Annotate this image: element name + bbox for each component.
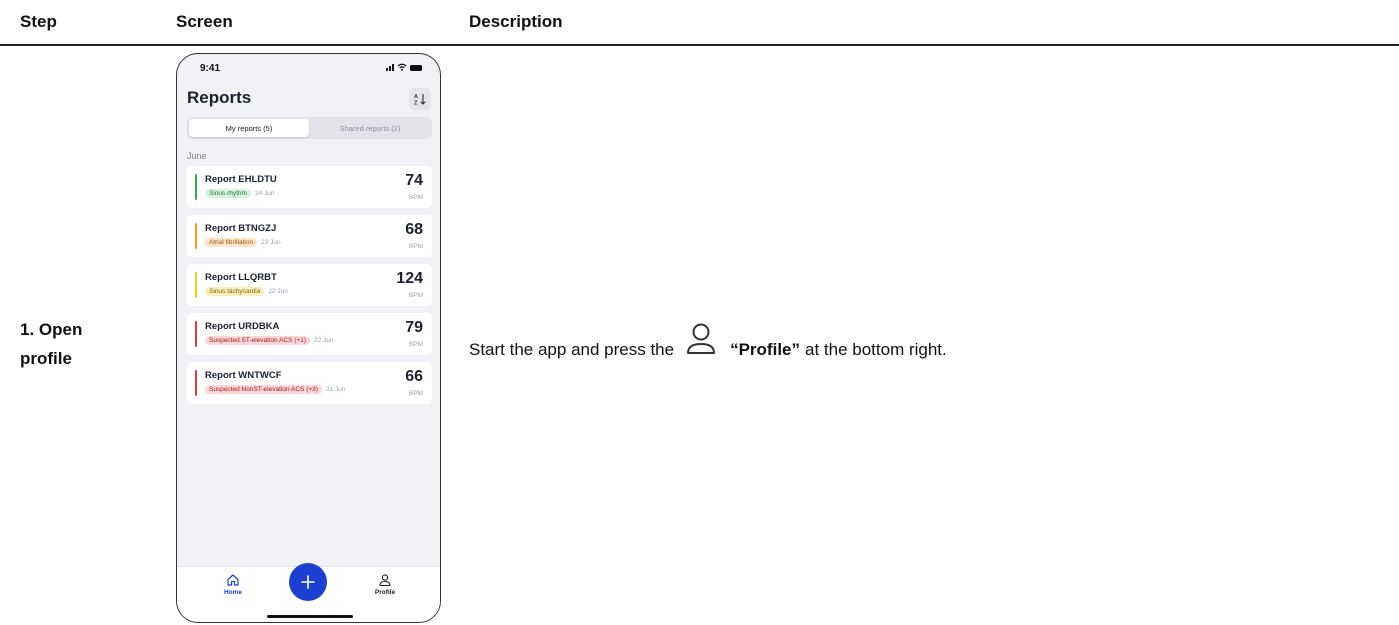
report-name: Report WNTWCF [205, 370, 282, 381]
description-text-before: Start the app and press the [469, 340, 675, 359]
bpm-value: 74 [405, 172, 423, 189]
bpm-unit: BPM [408, 292, 423, 299]
status-bar: 9:41 [177, 54, 440, 82]
plus-icon [301, 575, 315, 589]
report-date: 23 Jun [261, 239, 281, 246]
tab-profile-label: Profile [374, 589, 396, 596]
description-text-after: at the bottom right. [805, 340, 947, 359]
rhythm-indicator [195, 272, 197, 298]
rhythm-indicator [195, 223, 197, 249]
header-step: Step [20, 12, 57, 31]
page-title: Reports [187, 88, 252, 107]
description-profile-label: “Profile” [730, 340, 800, 359]
sort-az-button[interactable]: A Z [409, 88, 431, 110]
rhythm-tag: Suspected NonST-elevation ACS (+3) [205, 385, 322, 394]
bpm-value: 68 [405, 221, 423, 238]
add-report-button[interactable] [289, 563, 327, 601]
bpm-value: 66 [405, 368, 423, 385]
step-label-line-2: profile [20, 349, 72, 368]
bpm-unit: BPM [408, 243, 423, 250]
person-icon [379, 574, 391, 587]
tab-profile[interactable]: Profile [365, 573, 405, 596]
report-tabs: My reports (5) Shared reports (2) [187, 117, 432, 139]
svg-text:A: A [414, 94, 418, 100]
header-description: Description [469, 12, 563, 31]
report-name: Report LLQRBT [205, 272, 277, 283]
wifi-icon [397, 63, 407, 71]
person-icon [686, 323, 716, 362]
report-date: 24 Jun [254, 190, 275, 197]
report-date: 21 Jun [325, 386, 346, 393]
rhythm-indicator [195, 370, 197, 396]
bpm-value: 124 [396, 270, 423, 287]
table-header: Step Screen Description [0, 0, 1399, 46]
battery-icon [410, 65, 422, 71]
rhythm-tag: Sinus rhythm [205, 189, 251, 198]
report-name: Report URDBKA [205, 321, 280, 332]
status-time: 9:41 [200, 63, 221, 74]
bpm-unit: BPM [408, 341, 423, 348]
rhythm-indicator [195, 174, 197, 200]
step-description: Start the app and press the “Profile” at… [469, 321, 947, 360]
header-divider [0, 44, 1399, 46]
signal-icon [386, 63, 394, 71]
bpm-unit: BPM [408, 390, 423, 397]
report-card[interactable]: Report URDBKA Suspected ST-elevation ACS… [187, 313, 432, 355]
sort-az-icon: A Z [414, 94, 426, 107]
rhythm-tag: Suspected ST-elevation ACS (+1) [205, 336, 311, 345]
bpm-value: 79 [405, 319, 423, 336]
svg-text:Z: Z [414, 101, 418, 107]
report-card[interactable]: Report EHLDTU Sinus rhythm 24 Jun 74 BPM [187, 166, 432, 208]
report-card[interactable]: Report WNTWCF Suspected NonST-elevation … [187, 362, 432, 404]
status-icons [386, 63, 422, 71]
report-list: Report EHLDTU Sinus rhythm 24 Jun 74 BPM … [187, 166, 432, 411]
report-card[interactable]: Report BTNGZJ Atrial fibrillation 23 Jun … [187, 215, 432, 257]
report-name: Report BTNGZJ [205, 223, 277, 234]
tab-shared-reports[interactable]: Shared reports (2) [310, 119, 430, 137]
tab-home[interactable]: Home [213, 573, 253, 596]
report-date: 22 Jun [268, 288, 288, 295]
bpm-unit: BPM [408, 194, 423, 201]
home-indicator [267, 615, 353, 618]
report-card[interactable]: Report LLQRBT Sinus tachycardia 22 Jun 12… [187, 264, 432, 306]
rhythm-tag: Sinus tachycardia [205, 287, 265, 296]
report-name: Report EHLDTU [205, 174, 277, 185]
step-label: 1. Open profile [20, 315, 150, 373]
report-date: 22 Jun [314, 337, 334, 344]
rhythm-indicator [195, 321, 197, 347]
rhythm-tag: Atrial fibrillation [205, 238, 258, 247]
month-heading: June [187, 151, 207, 161]
phone-screenshot: 9:41 Reports A Z My reports (5) Shared r… [176, 53, 441, 623]
bottom-tab-bar: Home Profile [177, 563, 440, 622]
tab-home-label: Home [223, 589, 243, 596]
tab-my-reports[interactable]: My reports (5) [189, 119, 309, 137]
header-screen: Screen [176, 12, 233, 31]
step-label-line-1: 1. Open [20, 320, 83, 339]
home-icon [227, 574, 239, 586]
